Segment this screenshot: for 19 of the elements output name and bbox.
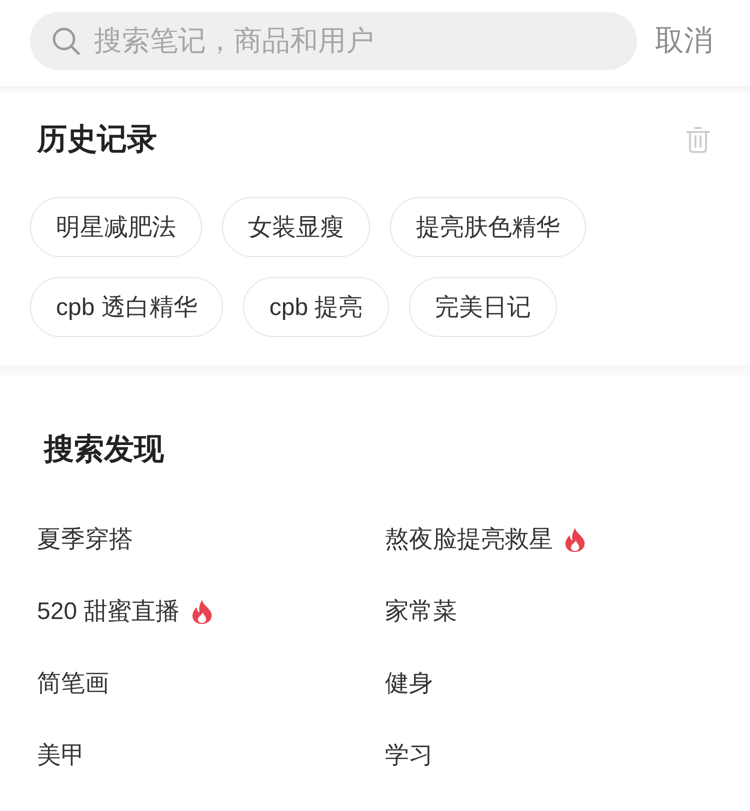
history-chip[interactable]: cpb 透白精华 bbox=[30, 277, 224, 337]
trending-search-link[interactable]: 520 甜蜜直播 bbox=[37, 596, 180, 628]
trending-search-link[interactable]: 简笔画 bbox=[37, 668, 109, 700]
search-field[interactable]: 搜索笔记，商品和用户 bbox=[30, 12, 637, 70]
trending-search-link[interactable]: 家常菜 bbox=[385, 596, 457, 628]
history-chip[interactable]: 女装显瘦 bbox=[222, 197, 370, 257]
search-icon bbox=[52, 27, 80, 55]
trending-search-link[interactable]: 美甲 bbox=[37, 740, 85, 772]
trash-icon[interactable] bbox=[686, 127, 710, 153]
section-title: 历史记录 bbox=[37, 122, 157, 158]
history-chip[interactable]: 提亮肤色精华 bbox=[390, 197, 586, 257]
history-chip[interactable]: cpb 提亮 bbox=[243, 277, 389, 337]
trending-search-link[interactable]: 学习 bbox=[385, 740, 433, 772]
section-title: 搜索发现 bbox=[44, 432, 164, 468]
trending-search-link[interactable]: 健身 bbox=[385, 668, 433, 700]
trending-search-link[interactable]: 熬夜脸提亮救星 bbox=[385, 524, 553, 556]
trending-search-link[interactable]: 夏季穿搭 bbox=[37, 524, 133, 556]
history-chip[interactable]: 明星减肥法 bbox=[30, 197, 202, 257]
history-chip[interactable]: 完美日记 bbox=[408, 277, 557, 337]
